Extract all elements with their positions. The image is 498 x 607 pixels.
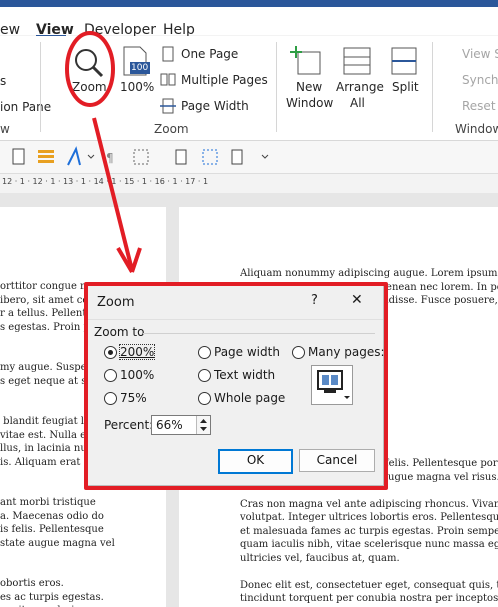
annotation-circle bbox=[65, 31, 115, 107]
annotation-overlay bbox=[65, 31, 142, 274]
annotation-arrow bbox=[92, 117, 134, 271]
